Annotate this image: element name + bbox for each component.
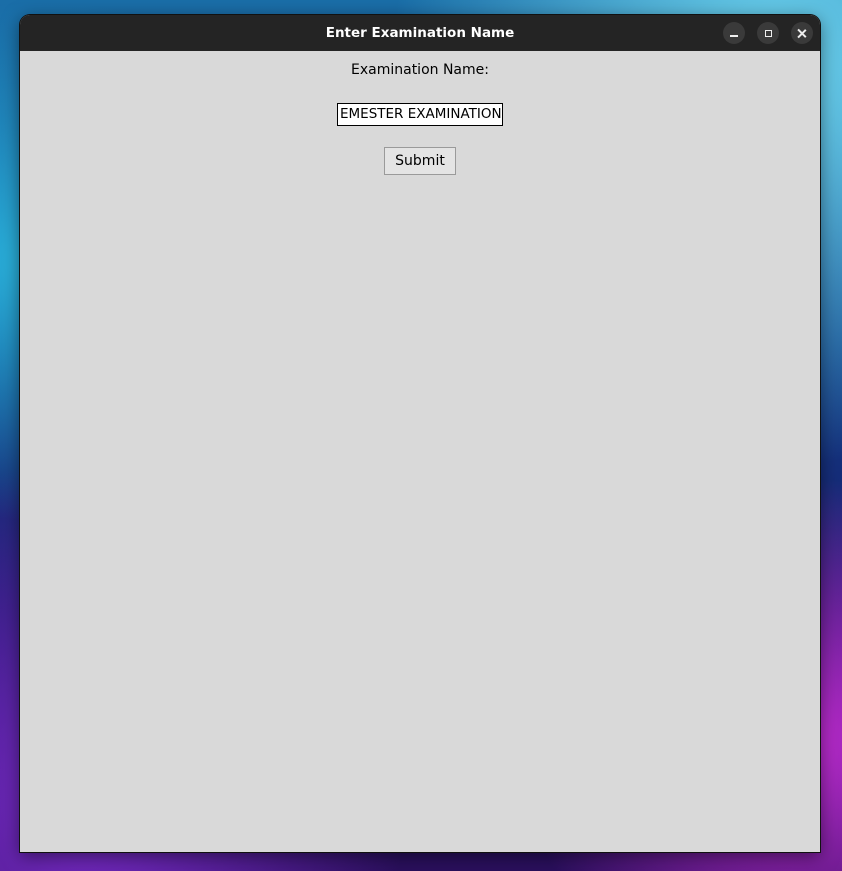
submit-button[interactable]: Submit bbox=[384, 147, 456, 175]
minimize-icon bbox=[730, 35, 738, 37]
minimize-button[interactable] bbox=[723, 22, 745, 44]
form-area: Examination Name: EMESTER EXAMINATION Su… bbox=[20, 51, 820, 852]
maximize-button[interactable] bbox=[757, 22, 779, 44]
examination-name-input[interactable]: EMESTER EXAMINATION bbox=[337, 103, 503, 126]
maximize-icon bbox=[764, 29, 772, 37]
close-icon bbox=[797, 28, 807, 38]
window-title: Enter Examination Name bbox=[325, 25, 515, 41]
title-bar[interactable]: Enter Examination Name bbox=[20, 15, 820, 51]
examination-name-label: Examination Name: bbox=[351, 62, 489, 78]
app-window: Enter Examination Name Examination Name:… bbox=[20, 15, 820, 852]
close-button[interactable] bbox=[791, 22, 813, 44]
